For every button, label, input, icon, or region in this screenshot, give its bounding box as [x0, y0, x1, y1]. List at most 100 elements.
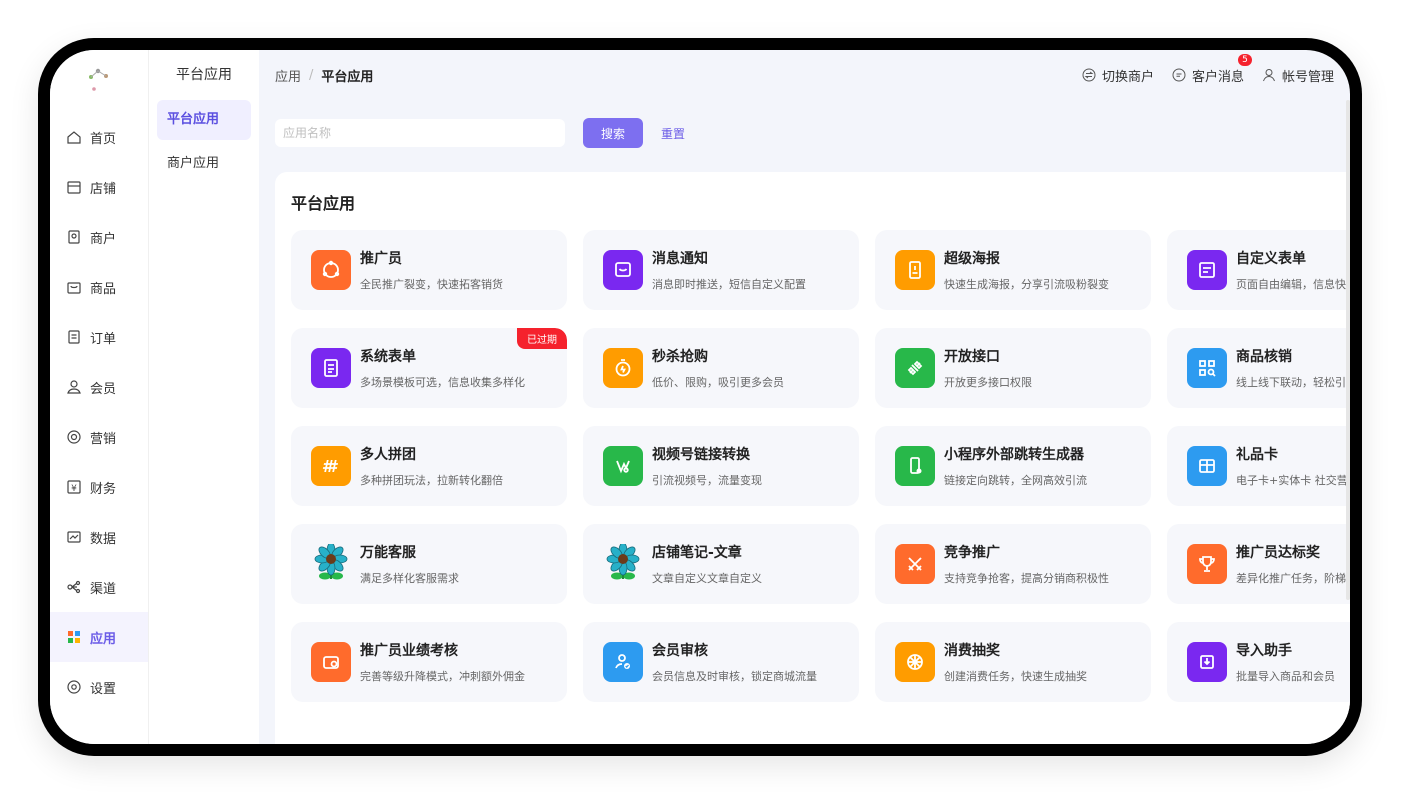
app-description: 线上线下联动，轻松引	[1236, 376, 1346, 389]
sidebar-item-marketing[interactable]: 营销	[50, 412, 148, 462]
app-card[interactable]: 小程序外部跳转生成器 链接定向跳转，全网高效引流	[875, 426, 1151, 506]
app-description: 多种拼团玩法，拉新转化翻倍	[360, 474, 503, 487]
app-description: 开放更多接口权限	[944, 376, 1032, 389]
app-text: 消息通知 消息即时推送，短信自定义配置	[652, 248, 806, 292]
app-name: 推广员	[360, 251, 402, 267]
app-name: 商品核销	[1236, 349, 1292, 365]
app-description: 多场景模板可选，信息收集多样化	[360, 376, 525, 389]
sidebar-item-shop[interactable]: 店铺	[50, 162, 148, 212]
app-name: 店铺笔记-文章	[652, 545, 742, 561]
apps-panel: 平台应用 推广员 全民推广裂变，快速拓客销货 消息通知 消息即时推送，短信自定义配置 超…	[275, 172, 1350, 744]
sidebar-item-user[interactable]: 会员	[50, 362, 148, 412]
sidebar-item-order[interactable]: 订单	[50, 312, 148, 362]
switch-merchant-label: 切换商户	[1101, 69, 1154, 85]
sidebar-item-label: 商户	[90, 231, 117, 247]
group-icon	[322, 460, 339, 472]
app-icon	[603, 348, 643, 388]
sub-sidebar-title: 平台应用	[176, 67, 232, 83]
breadcrumb-root[interactable]: 应用	[275, 66, 301, 85]
app-description: 支持竞争抢客，提高分销商积极性	[944, 572, 1109, 585]
channel-icon	[67, 580, 81, 594]
app-card[interactable]: 推广员业绩考核 完善等级升降模式，冲刺额外佣金	[291, 622, 567, 702]
app-card[interactable]: 竞争推广 支持竞争抢客，提高分销商积极性	[875, 524, 1151, 604]
app-card[interactable]: 推广员达标奖 差异化推广任务，阶梯	[1167, 524, 1350, 604]
sidebar-item-home[interactable]: 首页	[50, 112, 148, 162]
chart-icon	[67, 531, 81, 543]
app-card[interactable]: 开放接口 开放更多接口权限	[875, 328, 1151, 408]
app-name: 会员审核	[652, 643, 708, 659]
scrollbar[interactable]	[1346, 100, 1350, 600]
app-card[interactable]: 店铺笔记-文章文章自定义文章自定义	[583, 524, 859, 604]
gift-card-icon	[1199, 459, 1215, 473]
app-card[interactable]: 推广员 全民推广裂变，快速拓客销货	[291, 230, 567, 310]
sidebar-item-goods[interactable]: 商品	[50, 262, 148, 312]
app-name: 消费抽奖	[944, 643, 1000, 659]
app-description: 差异化推广任务，阶梯	[1236, 572, 1346, 585]
app-card[interactable]: 超级海报 快速生成海报，分享引流吸粉裂变	[875, 230, 1151, 310]
app-text: 推广员业绩考核 完善等级升降模式，冲刺额外佣金	[360, 640, 525, 684]
app-name: 秒杀抢购	[652, 349, 708, 365]
app-card[interactable]: 商品核销线上线下联动，轻松引	[1167, 328, 1350, 408]
apps-icon	[68, 631, 80, 643]
sidebar-item-apps[interactable]: 应用	[50, 612, 148, 662]
app-card[interactable]: 导入助手 批量导入商品和会员	[1167, 622, 1350, 702]
app-icon	[1187, 642, 1227, 682]
app-description: 电子卡+实体卡 社交营	[1236, 474, 1348, 487]
screen: 首页 店铺 商户 商品 订单 会员 营销 ¥ 财务 数据 渠道 应用 设置 平台应用 平台应用 商户应用…	[50, 50, 1350, 744]
app-name: 自定义表单	[1236, 251, 1306, 267]
app-text: 商品核销线上线下联动，轻松引	[1236, 346, 1346, 390]
app-description: 文章自定义文章自定义	[652, 572, 762, 585]
app-card[interactable]: 消费抽奖创建消费任务，快速生成抽奖	[875, 622, 1151, 702]
app-description: 会员信息及时审核，锁定商城流量	[652, 670, 817, 683]
app-text: 视频号链接转换 引流视频号，流量变现	[652, 444, 762, 488]
sidebar-menu: 首页店铺商户商品 订单 会员 营销 ¥ 财务 数据渠道应用 设置	[50, 112, 148, 712]
app-icon	[1187, 250, 1227, 290]
sub-item-merchant-apps[interactable]: 商户应用	[157, 144, 251, 184]
app-card[interactable]: 秒杀抢购低价、限购，吸引更多会员	[583, 328, 859, 408]
app-description: 低价、限购，吸引更多会员	[652, 376, 784, 389]
switch-merchant-button[interactable]: 切换商户	[1082, 66, 1154, 85]
message-count-badge: 5	[1237, 53, 1252, 66]
sidebar-item-finance[interactable]: ¥ 财务	[50, 462, 148, 512]
device-frame: 首页 店铺 商户 商品 订单 会员 营销 ¥ 财务 数据 渠道 应用 设置 平台应用 平台应用 商户应用…	[38, 38, 1362, 756]
account-manage-button[interactable]: 帐号管理	[1262, 66, 1334, 85]
app-description: 创建消费任务，快速生成抽奖	[944, 670, 1087, 683]
expired-tag: 已过期	[517, 328, 567, 349]
logo	[50, 50, 148, 110]
app-icon	[603, 544, 643, 584]
customer-messages-label: 客户消息	[1191, 69, 1244, 85]
trophy-icon	[1199, 556, 1215, 572]
marketing-icon	[67, 430, 81, 444]
plug-icon	[907, 360, 923, 376]
app-icon	[1187, 544, 1227, 584]
app-card[interactable]: 自定义表单 页面自由编辑，信息快	[1167, 230, 1350, 310]
customer-messages-button[interactable]: 客户消息 5	[1172, 53, 1252, 85]
app-card[interactable]: 礼品卡 电子卡+实体卡 社交营	[1167, 426, 1350, 506]
flower-icon	[606, 544, 640, 580]
app-icon	[603, 446, 643, 486]
sidebar-item-merchant[interactable]: 商户	[50, 212, 148, 262]
app-name-search-input[interactable]	[275, 119, 565, 147]
svg-text:¥: ¥	[71, 484, 77, 494]
app-text: 系统表单 多场景模板可选，信息收集多样化	[360, 346, 525, 390]
compete-icon	[908, 557, 922, 571]
app-card[interactable]: 多人拼团 多种拼团玩法，拉新转化翻倍	[291, 426, 567, 506]
app-name: 万能客服	[360, 545, 416, 561]
sidebar-item-channel[interactable]: 渠道	[50, 562, 148, 612]
import-icon	[1200, 655, 1214, 669]
search-button[interactable]: 搜索	[583, 118, 643, 148]
sidebar-item-label: 首页	[90, 131, 117, 147]
app-card[interactable]: 万能客服 满足多样化客服需求	[291, 524, 567, 604]
app-card[interactable]: 消息通知 消息即时推送，短信自定义配置	[583, 230, 859, 310]
app-card[interactable]: 会员审核会员信息及时审核，锁定商城流量	[583, 622, 859, 702]
app-description: 快速生成海报，分享引流吸粉裂变	[944, 278, 1109, 291]
sub-item-platform-apps[interactable]: 平台应用	[157, 100, 251, 140]
app-description: 批量导入商品和会员	[1236, 670, 1335, 683]
mobile-link-icon	[910, 457, 922, 474]
reset-button[interactable]: 重置	[661, 125, 685, 142]
app-card[interactable]: 视频号链接转换 引流视频号，流量变现	[583, 426, 859, 506]
app-card[interactable]: 系统表单 多场景模板可选，信息收集多样化 已过期	[291, 328, 567, 408]
sidebar-item-label: 渠道	[90, 581, 117, 597]
sidebar-item-chart[interactable]: 数据	[50, 512, 148, 562]
sidebar-item-settings[interactable]: 设置	[50, 662, 148, 712]
